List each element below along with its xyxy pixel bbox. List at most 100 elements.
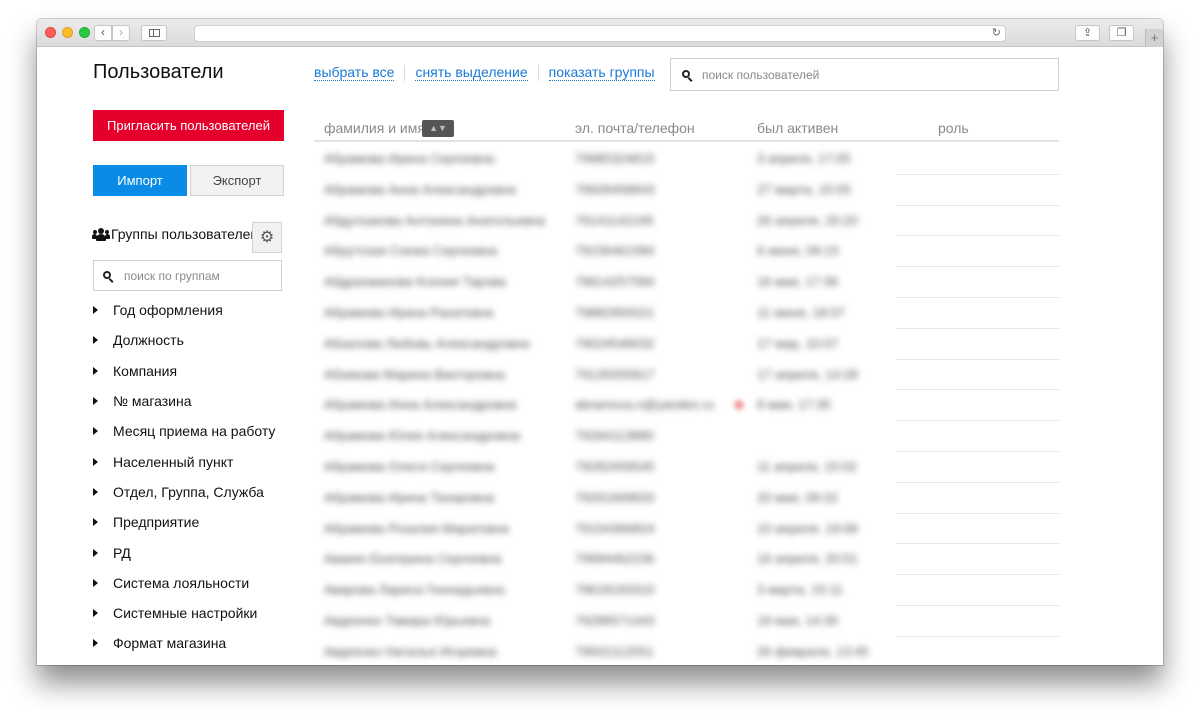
user-contact-cell: 79502112051 xyxy=(575,643,654,659)
forward-arrow-icon[interactable]: › xyxy=(112,25,130,41)
caret-right-icon[interactable] xyxy=(93,639,98,648)
group-item[interactable]: Должность xyxy=(93,325,293,355)
user-role-cell[interactable] xyxy=(896,144,1059,175)
column-header-role[interactable]: роль xyxy=(938,120,969,136)
group-item[interactable]: Компания xyxy=(93,356,293,386)
user-role-cell[interactable] xyxy=(896,606,1059,637)
group-item[interactable]: Формат магазина xyxy=(93,628,293,658)
user-groups-title: Группы пользователей xyxy=(111,226,259,242)
select-all-link[interactable]: выбрать все xyxy=(314,65,395,81)
group-item[interactable]: Системные настройки xyxy=(93,598,293,628)
back-arrow-icon[interactable]: ‹ xyxy=(94,25,112,41)
group-item[interactable]: № магазина xyxy=(93,386,293,416)
user-role-cell[interactable] xyxy=(896,360,1059,391)
close-window-icon[interactable] xyxy=(45,27,56,38)
user-contact-cell: 79994462236 xyxy=(575,551,655,567)
tabs-overview-icon[interactable]: ❐ xyxy=(1109,25,1134,41)
table-row[interactable]: Абрамова Ирина Рахатовна 79882950021 11 ию… xyxy=(314,298,1059,329)
user-last-active-cell: 10 апреля, 19:08 xyxy=(757,520,858,536)
group-item-label: Система лояльности xyxy=(113,574,250,591)
group-item-label: № магазина xyxy=(113,393,192,410)
show-groups-link[interactable]: показать группы xyxy=(548,65,655,81)
divider xyxy=(537,65,539,81)
user-role-cell[interactable] xyxy=(896,452,1059,483)
group-item-label: Компания xyxy=(113,362,178,379)
new-tab-icon[interactable]: + xyxy=(1145,29,1163,47)
caret-right-icon[interactable] xyxy=(93,427,98,436)
table-row[interactable]: Абрамова Юлия Александровна 79264113880 xyxy=(314,421,1059,452)
table-row[interactable]: Абрамова Ирина Тахировна 79261669833 20 ма… xyxy=(314,483,1059,514)
maximize-window-icon[interactable] xyxy=(79,27,90,38)
table-row[interactable]: Абзалова Любовь Александровна 79024548032… xyxy=(314,329,1059,360)
group-item[interactable]: Предприятие xyxy=(93,507,293,537)
table-row[interactable]: Аварова Лариса Геннадьевна 79618183310 3 м… xyxy=(314,575,1059,606)
table-row[interactable]: Авдеенко Наталья Игоревна 79502112051 26 ф… xyxy=(314,637,1059,665)
user-role-cell[interactable] xyxy=(896,267,1059,298)
table-row[interactable]: Авакян Екатерина Сергеевна 79994462236 16 … xyxy=(314,544,1059,576)
invite-users-button[interactable]: Пригласить пользователей xyxy=(93,110,284,141)
caret-right-icon[interactable] xyxy=(93,609,98,618)
user-contact-cell: 79264113880 xyxy=(575,428,654,444)
user-name-cell: Авакян Екатерина Сергеевна xyxy=(324,551,502,567)
gear-icon[interactable]: ⚙ xyxy=(252,222,282,253)
sort-indicator-icon[interactable]: ▲▼ xyxy=(422,120,454,137)
user-role-cell[interactable] xyxy=(896,298,1059,329)
user-search-input[interactable] xyxy=(702,66,1042,84)
user-role-cell[interactable] xyxy=(896,390,1059,422)
caret-right-icon[interactable] xyxy=(93,548,98,557)
column-header-contact[interactable]: эл. почта/телефон xyxy=(575,120,695,136)
export-button[interactable]: Экспорт xyxy=(190,165,284,196)
user-role-cell[interactable] xyxy=(896,206,1059,237)
share-icon[interactable]: ⇪ xyxy=(1075,25,1100,41)
caret-right-icon[interactable] xyxy=(93,336,98,345)
page-content: Пользователи Пригласить пользователей Им… xyxy=(37,48,1163,665)
user-contact-cell: 79618183310 xyxy=(575,582,655,598)
address-bar[interactable]: ↻ xyxy=(194,25,1006,42)
table-row[interactable]: Абрамова Олеся Сергеевна 79282459545 11 ап… xyxy=(314,452,1059,483)
user-last-active-cell: 26 апреля, 20:20 xyxy=(757,212,858,228)
user-name-cell: Авдеенко Наталья Игоревна xyxy=(324,643,497,659)
user-role-cell[interactable] xyxy=(896,236,1059,268)
caret-right-icon[interactable] xyxy=(93,457,98,466)
table-row[interactable]: Абрутская Снежа Сергеевна 79156461584 6 ию… xyxy=(314,236,1059,268)
search-icon xyxy=(682,70,693,82)
group-item[interactable]: Год оформления xyxy=(93,295,293,325)
user-role-cell[interactable] xyxy=(896,514,1059,545)
table-row[interactable]: Абрамова Инна Александровна abramova.n@ya… xyxy=(314,390,1059,422)
group-item[interactable]: Отдел, Группа, Служба xyxy=(93,477,293,507)
caret-right-icon[interactable] xyxy=(93,306,98,315)
user-role-cell[interactable] xyxy=(896,175,1059,206)
column-header-last-active[interactable]: был активен xyxy=(757,120,838,136)
column-header-name[interactable]: фамилия и имя xyxy=(324,120,425,136)
group-item[interactable]: РД xyxy=(93,537,293,567)
user-name-cell: Абрамова Розалия Маратовна xyxy=(324,520,509,536)
table-row[interactable]: Абдрахманова Ксения Тарова 79614257584 16 … xyxy=(314,267,1059,298)
caret-right-icon[interactable] xyxy=(93,487,98,496)
caret-right-icon[interactable] xyxy=(93,366,98,375)
table-row[interactable]: Абзякова Марина Викторовна 79135055817 17 … xyxy=(314,360,1059,391)
table-row[interactable]: Абрамова Анна Александровна 79928458843 27… xyxy=(314,175,1059,206)
table-row[interactable]: Абрамова Ирина Сергеевна 79985324815 3 апр… xyxy=(314,144,1059,175)
user-role-cell[interactable] xyxy=(896,637,1059,665)
table-row[interactable]: Авдеенко Тамара Юрьевна 79288571443 19 мая… xyxy=(314,606,1059,637)
reload-icon[interactable]: ↻ xyxy=(992,26,1001,41)
user-role-cell[interactable] xyxy=(896,544,1059,576)
user-role-cell[interactable] xyxy=(896,575,1059,606)
table-row[interactable]: Абрамова Розалия Маратовна 79154366824 10 … xyxy=(314,514,1059,545)
user-role-cell[interactable] xyxy=(896,483,1059,514)
group-search-input[interactable] xyxy=(124,267,274,285)
group-item[interactable]: Система лояльности xyxy=(93,568,293,598)
table-row[interactable]: Абдулхакова Антонина Анатольевна 79141142… xyxy=(314,206,1059,237)
group-item[interactable]: Месяц приема на работу xyxy=(93,416,293,446)
minimize-window-icon[interactable] xyxy=(62,27,73,38)
group-item[interactable]: Населенный пункт xyxy=(93,446,293,476)
sidebar-toggle-icon[interactable] xyxy=(141,25,167,41)
user-name-cell: Абрамова Юлия Александровна xyxy=(324,428,520,444)
import-button[interactable]: Импорт xyxy=(93,165,187,196)
clear-selection-link[interactable]: снять выделение xyxy=(415,65,528,81)
caret-right-icon[interactable] xyxy=(93,578,98,587)
user-role-cell[interactable] xyxy=(896,329,1059,360)
caret-right-icon[interactable] xyxy=(93,397,98,406)
user-role-cell[interactable] xyxy=(896,421,1059,452)
caret-right-icon[interactable] xyxy=(93,518,98,527)
